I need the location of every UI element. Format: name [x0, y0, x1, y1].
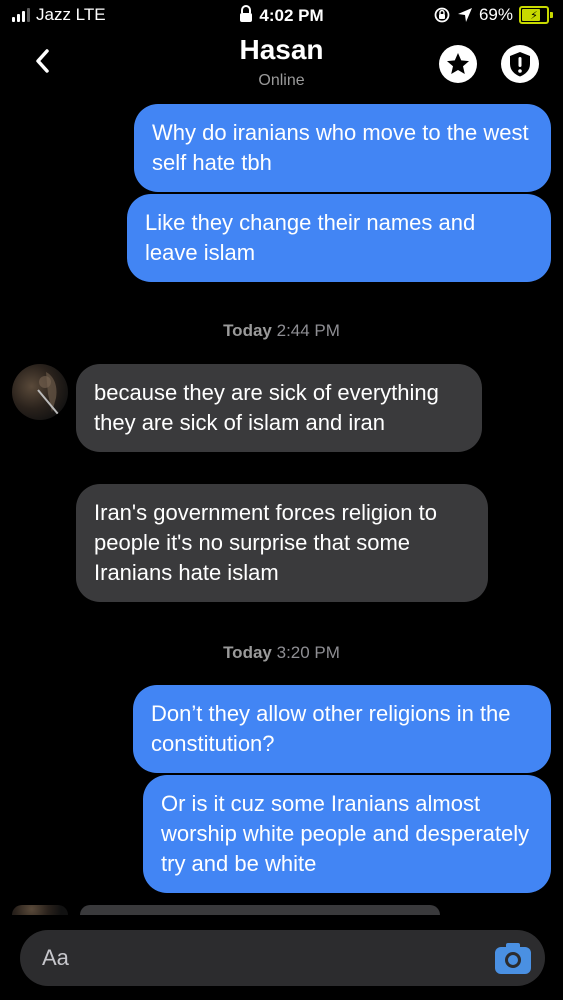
timestamp-divider: Today 3:20 PM	[0, 643, 563, 663]
message-incoming[interactable]: because they are sick of everything they…	[76, 364, 482, 452]
status-right: 69% ⚡	[433, 5, 553, 25]
status-bar: Jazz LTE 4:02 PM 69% ⚡	[0, 0, 563, 32]
message-outgoing[interactable]: Like they change their names and leave i…	[127, 194, 551, 282]
message-input[interactable]: Aa	[42, 945, 69, 971]
location-icon	[457, 8, 472, 22]
timestamp-time: 2:44 PM	[276, 321, 340, 340]
message-outgoing[interactable]: Why do iranians who move to the west sel…	[134, 104, 551, 192]
avatar[interactable]	[12, 905, 68, 915]
chat-header: Hasan Online	[0, 32, 563, 98]
avatar[interactable]	[12, 364, 68, 420]
timestamp-day: Today	[223, 321, 272, 340]
contact-name[interactable]: Hasan	[0, 34, 563, 66]
battery-icon: ⚡	[519, 6, 549, 24]
lock-icon	[240, 5, 253, 22]
message-incoming[interactable]: Iran's government forces religion to peo…	[76, 484, 488, 602]
orientation-lock-icon	[434, 7, 450, 23]
message-composer[interactable]: Aa	[20, 930, 545, 986]
clock-time: 4:02 PM	[259, 6, 324, 25]
battery-percent: 69%	[478, 5, 513, 24]
shield-icon[interactable]	[500, 44, 540, 84]
timestamp-divider: Today 2:44 PM	[0, 321, 563, 341]
camera-icon[interactable]	[493, 940, 533, 976]
message-outgoing[interactable]: Don’t they allow other religions in the …	[133, 685, 551, 773]
contact-status: Online	[258, 72, 305, 89]
star-icon[interactable]	[438, 44, 478, 84]
timestamp-time: 3:20 PM	[276, 643, 340, 662]
message-outgoing[interactable]: Or is it cuz some Iranians almost worshi…	[143, 775, 551, 893]
avatar-image	[37, 372, 59, 415]
message-incoming-partial	[80, 905, 440, 915]
timestamp-day: Today	[223, 643, 272, 662]
